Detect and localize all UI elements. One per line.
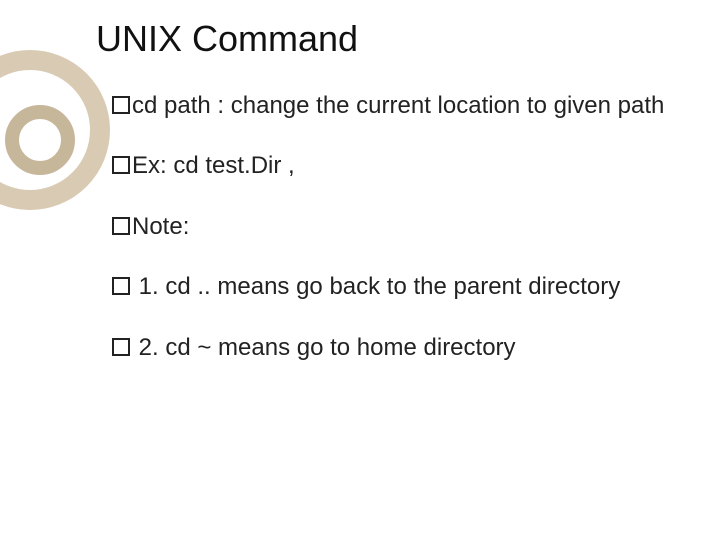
slide-title: UNIX Command — [96, 18, 680, 60]
slide-content: UNIX Command cd path : change the curren… — [0, 0, 720, 540]
bullet-note: Note: — [112, 211, 680, 243]
bullet-text: cd — [132, 92, 157, 119]
bullet-text: path : change the current location to gi… — [157, 92, 664, 119]
bullet-text: cd test.Dir , — [167, 152, 295, 179]
bullet-example: Ex: cd test.Dir , — [112, 150, 680, 182]
bullet-square-icon — [112, 96, 130, 114]
bullet-text: cd ~ means go to home directory — [159, 334, 516, 361]
bullet-note-2: 2. cd ~ means go to home directory — [112, 332, 680, 364]
bullet-text: .. means go back to the parent directory — [191, 273, 621, 300]
bullet-text: 1. cd — [132, 273, 191, 300]
bullet-square-icon — [112, 277, 130, 295]
bullet-text: Ex: — [132, 152, 167, 179]
bullet-text: 2. — [132, 334, 159, 361]
bullet-note-1: 1. cd .. means go back to the parent dir… — [112, 271, 680, 303]
bullet-square-icon — [112, 156, 130, 174]
bullet-square-icon — [112, 338, 130, 356]
bullet-cd-path: cd path : change the current location to… — [112, 90, 680, 122]
bullet-square-icon — [112, 217, 130, 235]
bullet-text: Note: — [132, 213, 189, 240]
